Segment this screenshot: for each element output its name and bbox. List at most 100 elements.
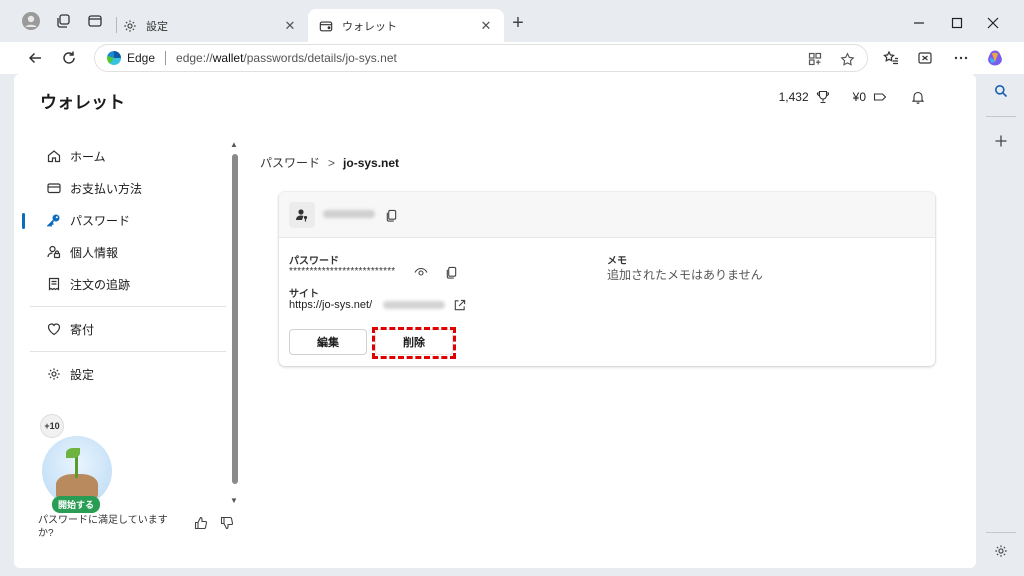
wallet-page: ウォレット 1,432 ¥0 ホーム お支払い方法 パスワード 個人情報 注文の… [14, 74, 976, 568]
url-path: /passwords/details/jo-sys.net [243, 51, 397, 65]
tab-settings[interactable]: 設定 ✕ [112, 9, 308, 42]
breadcrumb-separator: > [328, 155, 336, 170]
rewards-points[interactable]: 1,432 [779, 90, 809, 104]
feedback-prompt: パスワードに満足していますか? [38, 514, 238, 540]
copy-password-icon[interactable] [443, 264, 459, 280]
edge-sidebar [978, 74, 1024, 576]
heart-icon [46, 321, 62, 337]
breadcrumb-passwords[interactable]: パスワード [260, 154, 320, 171]
bell-icon[interactable] [910, 89, 926, 105]
wallet-icon [318, 18, 334, 34]
tab-label: ウォレット [342, 20, 397, 33]
app-available-icon[interactable] [805, 49, 825, 69]
maximize-icon[interactable] [946, 12, 968, 34]
workspaces-icon[interactable] [52, 10, 74, 32]
nav-item-settings[interactable]: 設定 [28, 358, 226, 390]
nav-label: お支払い方法 [70, 181, 143, 196]
thumbs-up-icon[interactable] [192, 514, 210, 532]
sidebar-divider [986, 116, 1016, 117]
address-divider [165, 51, 167, 65]
password-detail-card: パスワード ************************** サイト htt… [279, 192, 935, 366]
browser-window: 設定 ✕ ウォレット ✕ + Edge edge://wallet/passwo… [0, 0, 1024, 576]
edit-button[interactable]: 編集 [289, 329, 367, 355]
breadcrumb-current: jo-sys.net [343, 155, 400, 170]
memo-value: 追加されたメモはありません [607, 268, 763, 282]
nav-divider [30, 351, 226, 352]
nav-label: 個人情報 [70, 245, 119, 260]
minimize-icon[interactable] [908, 12, 930, 34]
nav-label: ホーム [70, 149, 106, 164]
copilot-icon[interactable] [984, 47, 1006, 69]
tab-actions-icon[interactable] [84, 10, 106, 32]
cashback-balance[interactable]: ¥0 [853, 90, 866, 104]
refresh-icon[interactable] [58, 47, 80, 69]
favorites-icon[interactable] [880, 47, 902, 69]
site-value: https://jo-sys.net/ [289, 299, 373, 311]
title-bar: 設定 ✕ ウォレット ✕ + [0, 0, 1024, 42]
profile-icon[interactable] [20, 10, 42, 32]
show-password-icon[interactable] [413, 264, 429, 280]
nav-item-passwords[interactable]: パスワード [22, 204, 226, 236]
delete-button[interactable]: 削除 [375, 329, 453, 355]
scroll-up-icon[interactable]: ▲ [230, 140, 238, 149]
sidebar-settings-icon[interactable] [990, 540, 1012, 562]
nav-label: パスワード [70, 213, 131, 228]
close-tab-icon[interactable]: ✕ [282, 18, 298, 34]
tag-icon[interactable] [872, 89, 888, 105]
password-label: パスワード [289, 256, 339, 267]
wallet-summary: 1,432 ¥0 [779, 89, 926, 105]
site-label: サイト [289, 289, 319, 300]
feedback-question: パスワードに満足していますか? [38, 515, 168, 539]
receipt-icon [46, 276, 62, 292]
feedback-buttons [192, 514, 236, 532]
site-path-redacted [383, 301, 445, 309]
nav-divider [30, 306, 226, 307]
nav-item-donate[interactable]: 寄付 [28, 313, 226, 345]
address-bar[interactable]: Edge edge://wallet/passwords/details/jo-… [94, 44, 868, 72]
sidebar-add-icon[interactable] [990, 130, 1012, 152]
person-lock-icon [46, 244, 62, 260]
back-icon[interactable] [24, 47, 46, 69]
edge-label: Edge [127, 51, 156, 65]
url-host: wallet [212, 51, 244, 65]
card-header [279, 192, 935, 238]
screenshot-icon[interactable] [914, 47, 936, 69]
copy-username-icon[interactable] [383, 207, 399, 223]
sidebar-divider [986, 532, 1016, 533]
seedling-leaf [66, 448, 80, 458]
scroll-down-icon[interactable]: ▼ [230, 496, 238, 505]
favorite-star-icon[interactable] [837, 49, 857, 69]
gear-icon [122, 18, 138, 34]
user-key-icon [289, 202, 315, 228]
nav-label: 注文の追跡 [70, 277, 131, 292]
new-tab-button[interactable]: + [508, 13, 528, 34]
sidebar-search-icon[interactable] [990, 80, 1012, 102]
nav-scrollbar[interactable]: ▲ ▼ [230, 140, 240, 512]
close-window-icon[interactable] [982, 12, 1004, 34]
thumbs-down-icon[interactable] [218, 514, 236, 532]
nav-item-payment-methods[interactable]: お支払い方法 [28, 172, 226, 204]
wallet-nav: ホーム お支払い方法 パスワード 個人情報 注文の追跡 寄付 設定 [22, 140, 226, 390]
memo-label: メモ [607, 256, 627, 267]
trophy-icon[interactable] [815, 89, 831, 105]
nav-item-personal-info[interactable]: 個人情報 [28, 236, 226, 268]
password-value: ************************** [289, 266, 396, 277]
url-text: edge://wallet/passwords/details/jo-sys.n… [176, 51, 397, 65]
url-prefix: edge:// [176, 51, 213, 65]
points-badge: +10 [40, 414, 64, 438]
breadcrumb: パスワード > jo-sys.net [260, 154, 399, 171]
gear-icon [46, 366, 62, 382]
key-icon [46, 212, 62, 228]
close-tab-icon[interactable]: ✕ [478, 18, 494, 34]
scroll-thumb[interactable] [232, 154, 238, 484]
nav-item-home[interactable]: ホーム [28, 140, 226, 172]
more-menu-icon[interactable] [950, 47, 972, 69]
tab-wallet[interactable]: ウォレット ✕ [308, 9, 504, 42]
nav-item-order-tracking[interactable]: 注文の追跡 [28, 268, 226, 300]
open-site-icon[interactable] [451, 297, 467, 313]
home-icon [46, 148, 62, 164]
start-button[interactable]: 開始する [52, 496, 101, 513]
page-title: ウォレット [40, 93, 125, 112]
tab-label: 設定 [146, 20, 168, 33]
credit-card-icon [46, 180, 62, 196]
